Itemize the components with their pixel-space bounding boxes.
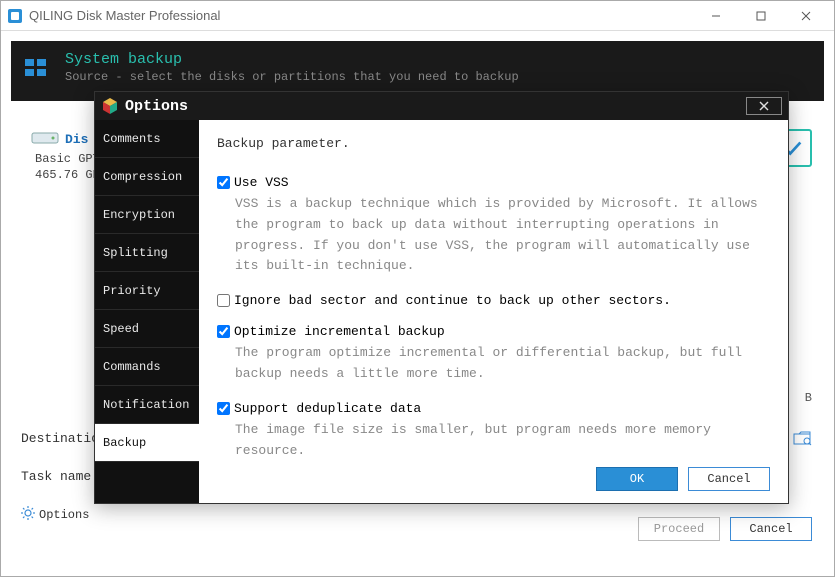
sidebar-item-backup[interactable]: Backup (95, 424, 199, 462)
dialog-close-button[interactable] (746, 97, 782, 115)
dialog-body: Comments Compression Encryption Splittin… (95, 120, 788, 503)
disk-icon (31, 129, 59, 150)
disk-type: Basic GPT (35, 152, 100, 166)
window-title: QILING Disk Master Professional (29, 8, 693, 23)
main-button-row: Proceed Cancel (638, 517, 812, 541)
cancel-button[interactable]: Cancel (730, 517, 812, 541)
dialog-titlebar: Options (95, 92, 788, 120)
checkbox-ignore-bad-sector[interactable] (217, 294, 230, 307)
disk-name: Dis (65, 132, 88, 147)
sidebar-item-compression[interactable]: Compression (95, 158, 199, 196)
desc-use-vss: VSS is a backup technique which is provi… (235, 194, 770, 277)
window-controls (693, 2, 828, 30)
options-panel: Backup parameter. Use VSS VSS is a backu… (199, 120, 788, 503)
dialog-title: Options (125, 98, 746, 115)
proceed-button[interactable]: Proceed (638, 517, 720, 541)
options-link[interactable]: Options (21, 506, 89, 524)
cube-icon (101, 97, 119, 115)
sidebar-item-splitting[interactable]: Splitting (95, 234, 199, 272)
label-deduplicate[interactable]: Support deduplicate data (234, 401, 421, 416)
sidebar-item-notification[interactable]: Notification (95, 386, 199, 424)
sidebar-item-priority[interactable]: Priority (95, 272, 199, 310)
option-deduplicate: Support deduplicate data The image file … (217, 401, 770, 462)
label-use-vss[interactable]: Use VSS (234, 175, 289, 190)
sidebar-item-speed[interactable]: Speed (95, 310, 199, 348)
ok-button[interactable]: OK (596, 467, 678, 491)
option-use-vss: Use VSS VSS is a backup technique which … (217, 175, 770, 277)
checkbox-optimize-incremental[interactable] (217, 325, 230, 338)
disk-size: 465.76 GB (35, 168, 100, 182)
browse-icon[interactable] (792, 429, 812, 450)
desc-deduplicate: The image file size is smaller, but prog… (235, 420, 770, 462)
grid-icon (23, 55, 49, 84)
minimize-button[interactable] (693, 2, 738, 30)
sidebar-item-comments[interactable]: Comments (95, 120, 199, 158)
task-name-label: Task name: (21, 469, 99, 484)
main-titlebar: QILING Disk Master Professional (1, 1, 834, 31)
page-title: System backup (65, 51, 810, 68)
page-subtitle: Source - select the disks or partitions … (65, 70, 810, 84)
app-icon (7, 8, 23, 24)
dialog-cancel-button[interactable]: Cancel (688, 467, 770, 491)
sidebar-item-commands[interactable]: Commands (95, 348, 199, 386)
checkbox-deduplicate[interactable] (217, 402, 230, 415)
option-ignore-bad-sector: Ignore bad sector and continue to back u… (217, 293, 770, 308)
dialog-button-row: OK Cancel (596, 467, 770, 491)
options-link-label: Options (39, 508, 89, 522)
sidebar-item-encryption[interactable]: Encryption (95, 196, 199, 234)
disk-card[interactable]: Dis Basic GPT 465.76 GB (31, 129, 100, 182)
maximize-button[interactable] (738, 2, 783, 30)
gear-icon (21, 506, 35, 524)
desc-optimize-incremental: The program optimize incremental or diff… (235, 343, 770, 385)
close-button[interactable] (783, 2, 828, 30)
checkbox-use-vss[interactable] (217, 176, 230, 189)
task-name-row: Task name: (21, 469, 99, 484)
option-optimize-incremental: Optimize incremental backup The program … (217, 324, 770, 385)
label-optimize-incremental[interactable]: Optimize incremental backup (234, 324, 445, 339)
options-sidebar: Comments Compression Encryption Splittin… (95, 120, 199, 503)
panel-title: Backup parameter. (217, 136, 770, 151)
label-ignore-bad-sector[interactable]: Ignore bad sector and continue to back u… (234, 293, 671, 308)
options-dialog: Options Comments Compression Encryption … (94, 91, 789, 504)
size-unit-label: B (805, 391, 812, 405)
main-window: QILING Disk Master Professional System b… (0, 0, 835, 577)
